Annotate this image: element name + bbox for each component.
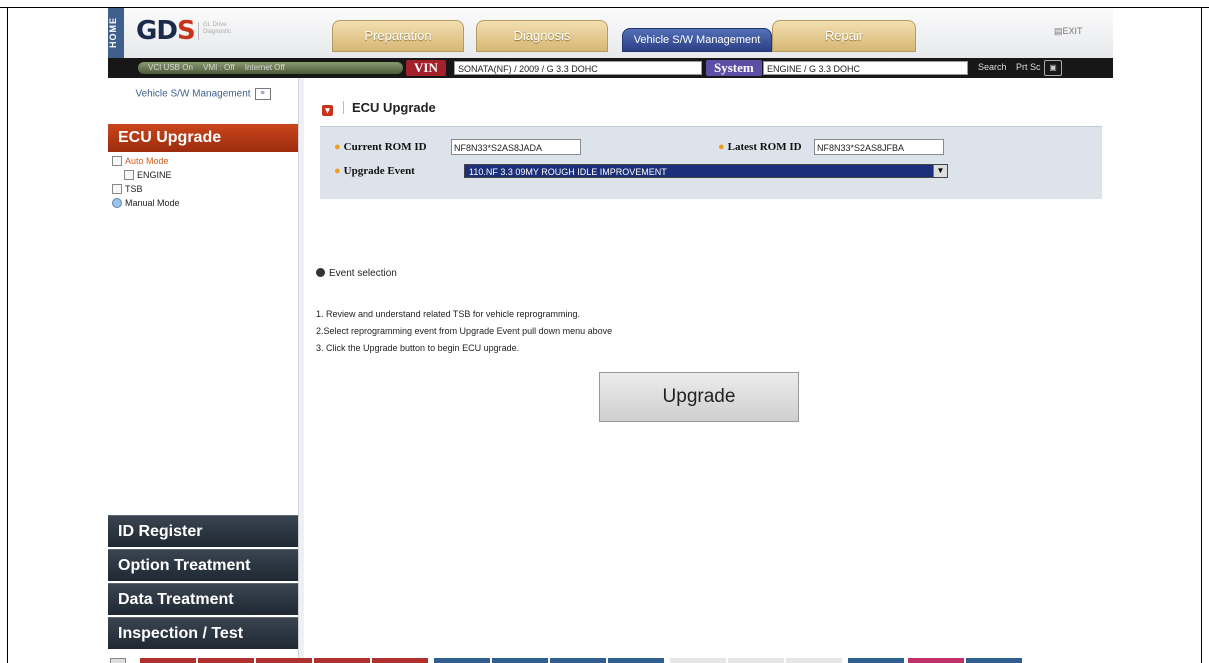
tree-label-auto-mode: Auto Mode	[125, 156, 169, 166]
mode-tree: Auto Mode ENGINE TSB Manual Mode	[112, 154, 180, 210]
bottom-task-strip	[108, 658, 1113, 663]
bottom-tab[interactable]	[728, 658, 784, 663]
gds-app-window: HOME GDS GL Drive Diagnostic Preparation…	[108, 8, 1113, 663]
chevron-down-icon[interactable]: ▼	[933, 165, 947, 177]
system-field[interactable]: ENGINE / G 3.3 DOHC	[763, 61, 968, 75]
sidebar-item-data-treatment[interactable]: Data Treatment	[108, 583, 298, 615]
tree-item-auto-mode[interactable]: Auto Mode	[112, 154, 180, 168]
frame-right-line	[1201, 7, 1202, 663]
bottom-tab[interactable]	[434, 658, 490, 663]
event-selection-text: Event selection	[329, 268, 397, 279]
tab-preparation[interactable]: Preparation	[332, 20, 464, 52]
bottom-tab[interactable]	[140, 658, 196, 663]
system-label: System	[706, 60, 762, 76]
status-strip: VCI USB On VMI : Off Internet Off VIN SO…	[108, 58, 1113, 78]
tab-diagnosis[interactable]: Diagnosis	[476, 20, 608, 52]
sidebar: Vehicle S/W Management ≡ ECU Upgrade Auto…	[108, 78, 299, 663]
title-divider	[343, 101, 344, 114]
main-content: ▾ ECU Upgrade ● Current ROM ID NF8N33*S2AS…	[304, 78, 1113, 663]
latest-rom-label-text: Latest ROM ID	[727, 141, 802, 153]
upgrade-button[interactable]: Upgrade	[599, 372, 799, 422]
logo-text: GD	[136, 16, 178, 46]
connection-status: VCI USB On VMI : Off Internet Off	[138, 62, 403, 74]
latest-rom-label: ● Latest ROM ID	[718, 141, 802, 153]
instruction-step: 2.Select reprogramming event from Upgrad…	[316, 326, 613, 336]
tree-item-engine[interactable]: ENGINE	[112, 168, 180, 182]
app-header: HOME GDS GL Drive Diagnostic Preparation…	[108, 8, 1113, 58]
bottom-tab[interactable]	[670, 658, 726, 663]
vin-field[interactable]: SONATA(NF) / 2009 / G 3.3 DOHC	[454, 61, 702, 75]
current-rom-field[interactable]: NF8N33*S2AS8JADA	[451, 139, 581, 155]
bullet-icon	[316, 268, 325, 277]
bottom-tab[interactable]	[848, 658, 904, 663]
bullet-icon: ●	[334, 141, 341, 153]
sidebar-item-option-treatment[interactable]: Option Treatment	[108, 549, 298, 581]
gds-logo: GDS	[136, 16, 196, 46]
bottom-tab[interactable]	[550, 658, 606, 663]
vci-usb-status: VCI USB On	[148, 63, 193, 72]
home-tab[interactable]: HOME	[108, 8, 124, 58]
tree-item-tsb[interactable]: TSB	[112, 182, 180, 196]
upgrade-event-label-text: Upgrade Event	[343, 165, 415, 177]
bullet-icon: ●	[334, 165, 341, 177]
instruction-step: 3. Click the Upgrade button to begin ECU…	[316, 343, 520, 353]
current-rom-label-text: Current ROM ID	[343, 141, 427, 153]
bottom-tab[interactable]	[966, 658, 1022, 663]
sidebar-title-text: Vehicle S/W Management	[135, 88, 251, 100]
tree-label-tsb: TSB	[125, 184, 143, 194]
disc-icon	[112, 198, 122, 208]
page-title-text: ECU Upgrade	[352, 100, 436, 115]
book-icon	[112, 156, 122, 166]
bottom-tab[interactable]	[372, 658, 428, 663]
tab-vehicle-sw-management[interactable]: Vehicle S/W Management	[622, 28, 772, 52]
sidebar-section-ecu-upgrade[interactable]: ECU Upgrade	[108, 124, 298, 152]
logo-mark: S	[176, 16, 196, 46]
sidebar-item-inspection-test[interactable]: Inspection / Test	[108, 617, 298, 649]
exit-button[interactable]: ▤EXIT	[1054, 26, 1083, 37]
search-button[interactable]: Search	[978, 62, 1007, 72]
vin-label: VIN	[406, 60, 446, 76]
internet-status: Internet Off	[244, 63, 285, 72]
bottom-tab[interactable]	[314, 658, 370, 663]
bottom-tab[interactable]	[492, 658, 548, 663]
latest-rom-field[interactable]: NF8N33*S2AS8JFBA	[814, 139, 944, 155]
prtsc-button[interactable]: Prt Sc	[1016, 62, 1041, 72]
bullet-icon: ●	[718, 141, 725, 153]
upgrade-event-select[interactable]: 110.NF 3.3 09MY ROUGH IDLE IMPROVEMENT ▼	[464, 164, 948, 178]
tab-repair[interactable]: Repair	[772, 20, 916, 52]
sidebar-item-id-register[interactable]: ID Register	[108, 515, 298, 547]
event-selection-heading: Event selection	[316, 268, 397, 279]
tree-label-manual-mode: Manual Mode	[125, 198, 180, 208]
tree-label-engine: ENGINE	[137, 170, 172, 180]
instruction-step: 1. Review and understand related TSB for…	[316, 309, 580, 319]
upgrade-event-label: ● Upgrade Event	[334, 165, 415, 177]
vmi-status: VMI : Off	[203, 63, 235, 72]
tree-item-manual-mode[interactable]: Manual Mode	[112, 196, 180, 210]
bottom-tab[interactable]	[908, 658, 964, 663]
bottom-tab[interactable]	[608, 658, 664, 663]
frame-left-line	[7, 7, 8, 663]
current-rom-label: ● Current ROM ID	[334, 141, 427, 153]
collapse-icon[interactable]: ▾	[322, 105, 333, 116]
page-title: ▾ ECU Upgrade	[322, 100, 436, 116]
logo-tagline: GL Drive Diagnostic	[198, 22, 239, 40]
document-icon	[124, 170, 134, 180]
document-icon	[112, 184, 122, 194]
camera-icon[interactable]: ▣	[1044, 60, 1062, 76]
instruction-list: 1. Review and understand related TSB for…	[316, 306, 612, 357]
menu-toggle-icon[interactable]: ≡	[254, 88, 271, 100]
upgrade-event-value: 110.NF 3.3 09MY ROUGH IDLE IMPROVEMENT	[469, 167, 667, 177]
bottom-icon[interactable]	[110, 658, 126, 663]
bottom-tab[interactable]	[786, 658, 842, 663]
bottom-tab[interactable]	[198, 658, 254, 663]
sidebar-title[interactable]: Vehicle S/W Management ≡	[108, 88, 298, 100]
rom-info-panel: ● Current ROM ID NF8N33*S2AS8JADA ● Latest…	[320, 126, 1102, 199]
bottom-tab[interactable]	[256, 658, 312, 663]
